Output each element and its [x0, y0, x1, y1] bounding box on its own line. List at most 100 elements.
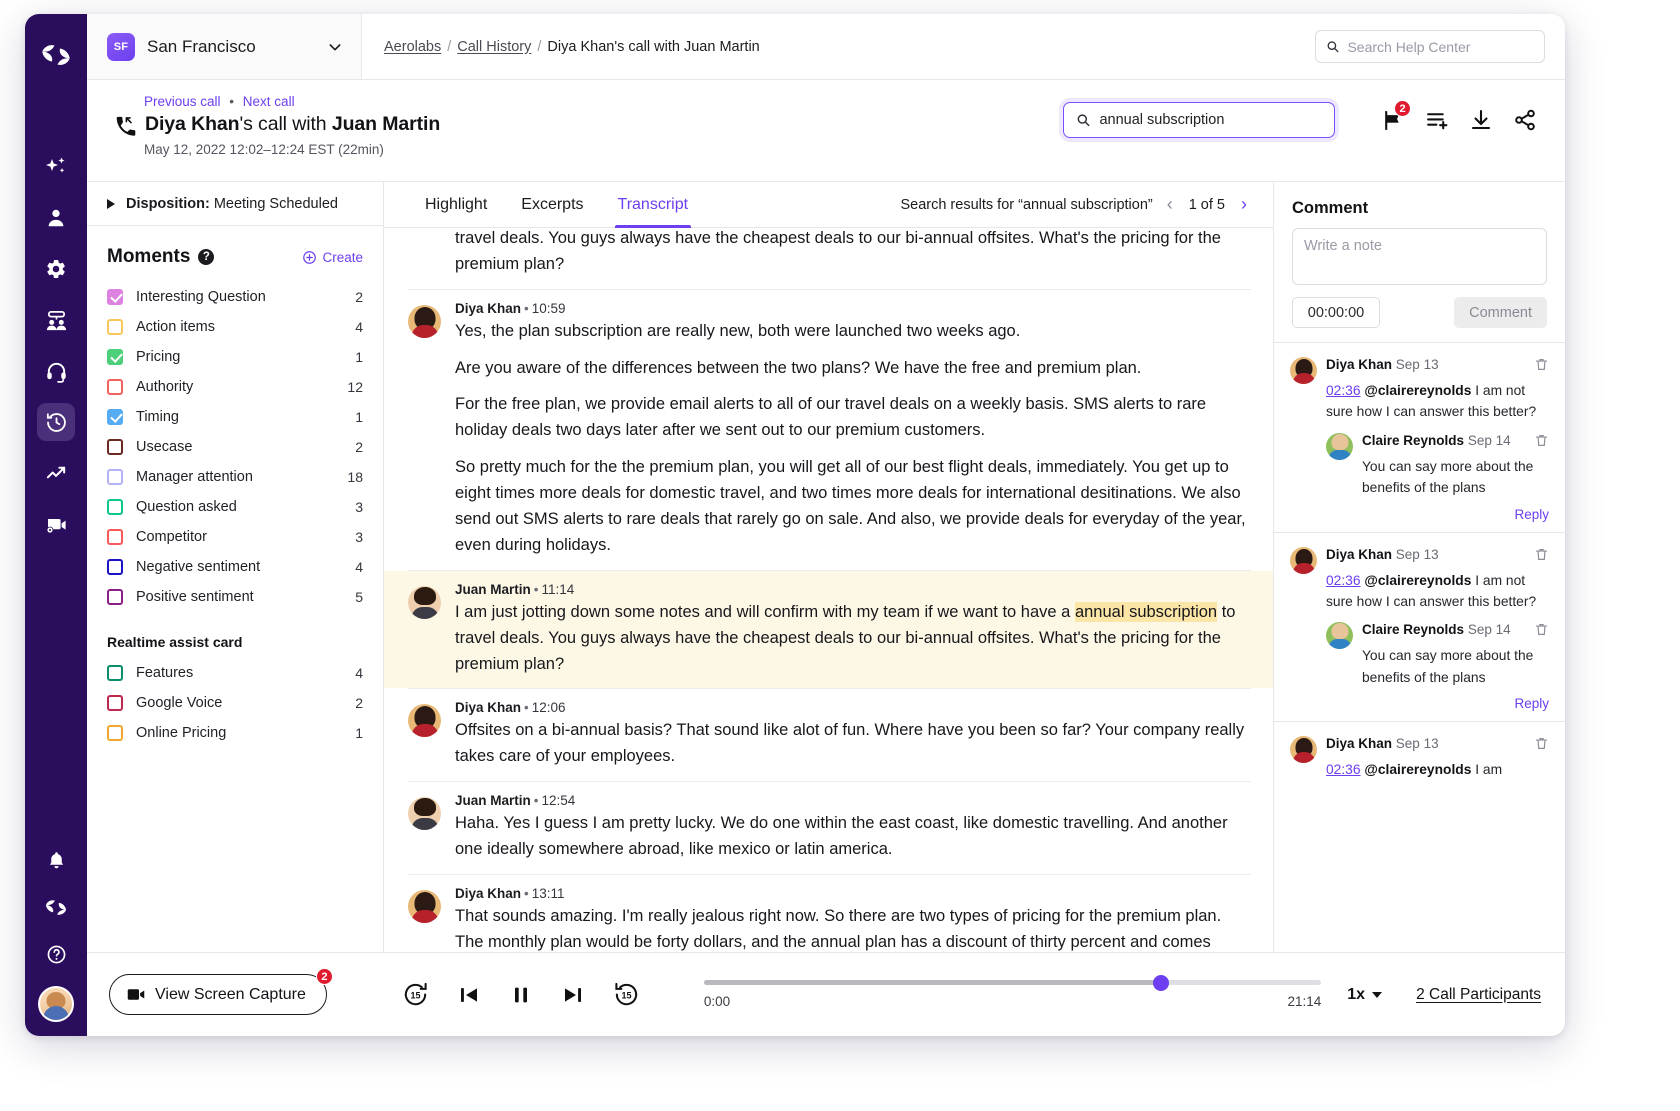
previous-call-link[interactable]: Previous call: [144, 94, 221, 109]
avatar[interactable]: [38, 986, 74, 1022]
seek-handle[interactable]: [1153, 975, 1169, 991]
moment-checkbox[interactable]: [107, 349, 123, 365]
view-screen-capture-button[interactable]: View Screen Capture 2: [109, 974, 327, 1015]
transcript-turn[interactable]: Diya Khan•10:59Yes, the plan subscriptio…: [384, 290, 1273, 570]
moment-row[interactable]: Online Pricing1: [107, 718, 363, 748]
share-icon[interactable]: [1505, 100, 1545, 140]
sidebar-item-sparkle[interactable]: [37, 148, 75, 186]
comment-mention[interactable]: @clairereynolds: [1364, 383, 1471, 398]
moment-checkbox[interactable]: [107, 529, 123, 545]
chevron-right-icon[interactable]: ›: [1231, 192, 1257, 218]
turn-timestamp[interactable]: 10:59: [532, 301, 566, 316]
comments-flag-icon[interactable]: 2: [1373, 100, 1413, 140]
moment-checkbox[interactable]: [107, 409, 123, 425]
moment-row[interactable]: Positive sentiment5: [107, 582, 363, 612]
sidebar-item-team[interactable]: [37, 301, 75, 339]
reply-button[interactable]: Reply: [1290, 507, 1549, 522]
tab-highlight[interactable]: Highlight: [408, 182, 504, 227]
sidebar-item-contacts[interactable]: [37, 199, 75, 237]
skip-next-icon[interactable]: [561, 983, 585, 1007]
turn-timestamp[interactable]: 13:11: [532, 886, 565, 901]
moment-checkbox[interactable]: [107, 469, 123, 485]
add-to-playlist-icon[interactable]: [1417, 100, 1457, 140]
seek-track[interactable]: [704, 980, 1321, 985]
moment-checkbox[interactable]: [107, 319, 123, 335]
moment-row[interactable]: Action items4: [107, 312, 363, 342]
moment-checkbox[interactable]: [107, 725, 123, 741]
moment-row[interactable]: Interesting Question2: [107, 282, 363, 312]
moment-row[interactable]: Google Voice2: [107, 688, 363, 718]
sidebar-item-recordings[interactable]: [37, 505, 75, 543]
tab-excerpts[interactable]: Excerpts: [504, 182, 600, 227]
app-logo-icon[interactable]: [36, 32, 76, 78]
moment-checkbox[interactable]: [107, 695, 123, 711]
moment-checkbox[interactable]: [107, 589, 123, 605]
moment-row[interactable]: Features4: [107, 658, 363, 688]
transcript-turn[interactable]: I am just jotting down some notes and wi…: [384, 228, 1273, 289]
moment-row[interactable]: Negative sentiment4: [107, 552, 363, 582]
help-circle-icon[interactable]: [37, 935, 75, 973]
forward-15-icon[interactable]: 15: [402, 981, 429, 1008]
comment-mention[interactable]: @clairereynolds: [1364, 573, 1471, 588]
moment-row[interactable]: Pricing1: [107, 342, 363, 372]
help-circle-icon[interactable]: ?: [198, 249, 214, 265]
moment-checkbox[interactable]: [107, 559, 123, 575]
breadcrumb-root[interactable]: Aerolabs: [384, 39, 441, 55]
transcript-turn[interactable]: Juan Martin•11:14I am just jotting down …: [384, 571, 1273, 689]
chevron-left-icon[interactable]: ‹: [1157, 192, 1183, 218]
transcript-search[interactable]: [1063, 102, 1335, 138]
disposition-row[interactable]: Disposition: Meeting Scheduled: [87, 182, 383, 226]
sidebar-item-live-calls[interactable]: [37, 352, 75, 390]
moment-row[interactable]: Manager attention18: [107, 462, 363, 492]
trash-icon[interactable]: [1534, 736, 1549, 756]
turn-timestamp[interactable]: 11:14: [542, 582, 575, 597]
comment-submit-button[interactable]: Comment: [1454, 297, 1547, 328]
moment-row[interactable]: Question asked3: [107, 492, 363, 522]
create-moment-button[interactable]: Create: [302, 250, 363, 265]
sidebar-item-call-history[interactable]: [37, 403, 75, 441]
playback-speed-selector[interactable]: 1x: [1347, 986, 1382, 1004]
trash-icon[interactable]: [1534, 357, 1549, 377]
comment-timestamp-link[interactable]: 02:36: [1326, 383, 1361, 398]
comment-timestamp-link[interactable]: 02:36: [1326, 762, 1361, 777]
note-input[interactable]: Write a note: [1292, 228, 1547, 285]
trash-icon[interactable]: [1534, 622, 1549, 642]
sidebar-item-settings[interactable]: [37, 250, 75, 288]
moment-checkbox[interactable]: [107, 439, 123, 455]
transcript-search-input[interactable]: [1099, 112, 1322, 128]
call-participants-link[interactable]: 2 Call Participants: [1416, 986, 1541, 1004]
sidebar-item-analytics[interactable]: [37, 454, 75, 492]
turn-timestamp[interactable]: 12:54: [542, 793, 576, 808]
comment-mention[interactable]: @clairereynolds: [1364, 762, 1471, 777]
tab-transcript[interactable]: Transcript: [601, 182, 706, 227]
breadcrumb-section[interactable]: Call History: [457, 39, 531, 55]
rewind-15-icon[interactable]: 15: [613, 981, 640, 1008]
transcript-turn[interactable]: Juan Martin•12:54Haha. Yes I guess I am …: [384, 782, 1273, 874]
comment-timestamp-link[interactable]: 02:36: [1326, 573, 1361, 588]
reply-button[interactable]: Reply: [1290, 696, 1549, 711]
help-search[interactable]: [1315, 30, 1545, 63]
transcript-turn[interactable]: Diya Khan•12:06Offsites on a bi-annual b…: [384, 689, 1273, 781]
moment-row[interactable]: Competitor3: [107, 522, 363, 552]
seek-bar[interactable]: 0:00 21:14: [704, 980, 1321, 1009]
moment-row[interactable]: Timing1: [107, 402, 363, 432]
download-icon[interactable]: [1461, 100, 1501, 140]
bell-icon[interactable]: [37, 841, 75, 879]
turn-timestamp[interactable]: 12:06: [532, 700, 566, 715]
org-switcher[interactable]: SF San Francisco: [87, 14, 362, 79]
moment-checkbox[interactable]: [107, 499, 123, 515]
transcript-scroll[interactable]: I am just jotting down some notes and wi…: [384, 228, 1273, 952]
moment-row[interactable]: Authority12: [107, 372, 363, 402]
moment-checkbox[interactable]: [107, 379, 123, 395]
moment-checkbox[interactable]: [107, 289, 123, 305]
trash-icon[interactable]: [1534, 547, 1549, 567]
pause-icon[interactable]: [509, 983, 533, 1007]
moment-checkbox[interactable]: [107, 665, 123, 681]
moment-row[interactable]: Usecase2: [107, 432, 363, 462]
trash-icon[interactable]: [1534, 433, 1549, 453]
transcript-turn[interactable]: Diya Khan•13:11That sounds amazing. I'm …: [384, 875, 1273, 952]
skip-previous-icon[interactable]: [457, 983, 481, 1007]
search-input[interactable]: [1347, 39, 1534, 55]
chat-icon[interactable]: [37, 888, 75, 926]
next-call-link[interactable]: Next call: [243, 94, 295, 109]
